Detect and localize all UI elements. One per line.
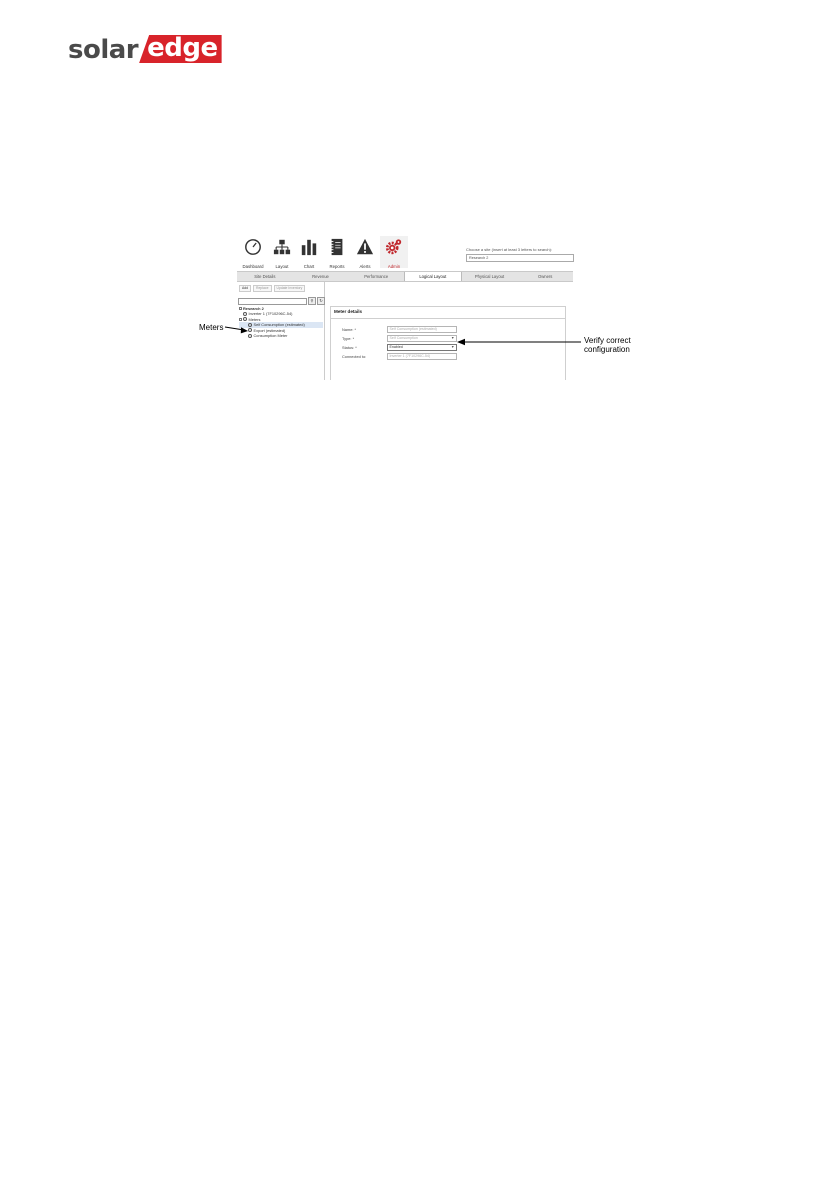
verify-arrow bbox=[457, 338, 581, 346]
callout-arrows bbox=[224, 326, 581, 346]
meters-arrow bbox=[224, 326, 248, 334]
